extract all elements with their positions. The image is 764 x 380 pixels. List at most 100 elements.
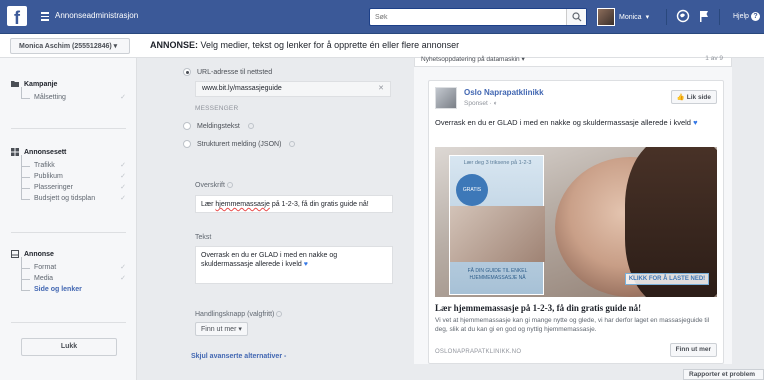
help-icon: ? bbox=[750, 12, 760, 21]
user-name: Monica bbox=[619, 13, 642, 21]
ad-preview-card: Oslo Naprapatklinikk Sponset · ◐ 👍 Lik s… bbox=[428, 80, 724, 364]
menu-icon[interactable] bbox=[41, 12, 49, 21]
divider bbox=[719, 9, 720, 25]
check-icon: ✓ bbox=[120, 184, 126, 191]
post-text-value: Overrask en du er GLAD i med en nakke og… bbox=[435, 118, 691, 127]
thumbs-up-icon: 👍 bbox=[676, 94, 685, 101]
check-icon: ✓ bbox=[120, 173, 126, 180]
message-text-option[interactable]: Meldingstekst bbox=[183, 122, 254, 130]
user-menu[interactable]: Monica ▾ bbox=[597, 8, 649, 26]
sidebar-section-title: Annonsesett bbox=[24, 148, 67, 156]
ad-headline[interactable]: Lær hjemmemassasje på 1-2-3, få din grat… bbox=[435, 303, 717, 313]
sidebar-item-label: Budsjett og tidsplan bbox=[34, 195, 96, 202]
help-label: Hjelp bbox=[733, 13, 749, 20]
app-title[interactable]: Annonseadministrasjon bbox=[55, 11, 138, 20]
page-name[interactable]: Oslo Naprapatklinikk bbox=[464, 88, 544, 97]
headline-input[interactable]: Lær hjemmemassasje på 1-2-3, få din grat… bbox=[195, 195, 393, 213]
check-icon: ✓ bbox=[120, 264, 126, 271]
url-option-label: URL-adresse til nettsted bbox=[197, 68, 273, 76]
search-box bbox=[369, 8, 587, 26]
check-icon: ✓ bbox=[120, 162, 126, 169]
sidebar-item-label: Publikum bbox=[34, 173, 63, 180]
sidebar-item-label: Plasseringer bbox=[34, 184, 73, 191]
placement-selector[interactable]: Nyhetsoppdatering på datamaskin ▾ bbox=[421, 55, 525, 63]
ad-icon bbox=[11, 250, 19, 258]
page-avatar bbox=[435, 87, 457, 109]
divider bbox=[666, 9, 667, 25]
preview-toolbar: Nyhetsoppdatering på datamaskin ▾ 1 av 9 bbox=[414, 55, 732, 67]
like-label: Lik side bbox=[686, 94, 711, 101]
message-text-label: Meldingstekst bbox=[197, 122, 240, 130]
hide-advanced-link[interactable]: Skjul avanserte alternativer - bbox=[191, 353, 286, 360]
grid-icon bbox=[11, 148, 19, 156]
sidebar-item-label: Målsetting bbox=[34, 94, 66, 101]
url-field[interactable]: www.bit.ly/massasjeguide ✕ bbox=[195, 81, 391, 97]
radio-selected[interactable] bbox=[183, 68, 191, 76]
flag-icon[interactable] bbox=[697, 9, 711, 23]
chevron-down-icon: ▾ bbox=[645, 14, 650, 21]
report-problem-button[interactable]: Rapporter et problem bbox=[683, 369, 764, 380]
text-label: Tekst bbox=[195, 234, 212, 241]
guide-cover-image: Lær deg 3 triksene på 1-2-3 GRATIS GUIDE… bbox=[449, 155, 545, 295]
url-option[interactable]: URL-adresse til nettsted bbox=[183, 68, 272, 76]
info-icon[interactable] bbox=[276, 311, 283, 317]
clear-icon[interactable]: ✕ bbox=[378, 84, 384, 92]
sidebar-item-page-and-links[interactable]: Side og lenker bbox=[11, 279, 126, 295]
search-button[interactable] bbox=[566, 9, 586, 25]
sidebar-section-campaign: Kampanje Målsetting ✓ bbox=[11, 80, 126, 103]
search-input[interactable] bbox=[370, 9, 560, 25]
account-selector[interactable]: Monica Aschim (255512846) ▾ bbox=[10, 38, 130, 54]
page-title-text: Velg medier, tekst og lenker for å oppre… bbox=[198, 40, 460, 50]
sidebar: Kampanje Målsetting ✓ Annonsesett Trafikk… bbox=[0, 58, 137, 380]
guide-cover-badge: GRATIS GUIDE bbox=[456, 174, 488, 225]
top-navigation-bar: f Annonseadministrasjon Monica ▾ Hjelp ? bbox=[0, 0, 764, 34]
sidebar-section-adset: Annonsesett Trafikk ✓ Publikum ✓ Plasserin… bbox=[11, 148, 126, 204]
guide-cover-caption: FÅ DIN GUIDE TIL ENKEL HJEMMEMASSASJE NÅ bbox=[467, 268, 528, 281]
url-value: www.bit.ly/massasjeguide bbox=[202, 85, 282, 92]
divider bbox=[11, 232, 126, 233]
like-page-button[interactable]: 👍 Lik side bbox=[670, 90, 717, 104]
check-icon: ✓ bbox=[120, 195, 126, 202]
heart-icon: ♥ bbox=[303, 261, 308, 268]
post-text: Overrask en du er GLAD i med en nakke og… bbox=[435, 118, 719, 128]
structured-message-option[interactable]: Strukturert melding (JSON) bbox=[183, 140, 296, 148]
folder-icon bbox=[11, 81, 19, 87]
sidebar-item-objective[interactable]: Målsetting ✓ bbox=[11, 87, 126, 103]
radio[interactable] bbox=[183, 140, 191, 148]
heart-icon: ♥ bbox=[693, 118, 698, 127]
ad-image[interactable]: Lær deg 3 triksene på 1-2-3 GRATIS GUIDE… bbox=[435, 147, 717, 297]
close-button[interactable]: Lukk bbox=[21, 338, 117, 356]
text-value: Overrask en du er GLAD i med en nakke og… bbox=[201, 252, 338, 268]
messenger-label: MESSENGER bbox=[195, 105, 239, 112]
check-icon: ✓ bbox=[120, 275, 126, 282]
avatar bbox=[597, 8, 615, 26]
cta-label-text: Handlingsknapp (valgfritt) bbox=[195, 311, 275, 318]
page-title: ANNONSE: Velg medier, tekst og lenker fo… bbox=[150, 40, 459, 50]
preview-pager[interactable]: 1 av 9 bbox=[705, 55, 723, 62]
headline-prefix: Lær bbox=[201, 201, 216, 208]
headline-suffix: på 1-2-3, få din gratis guide nå! bbox=[269, 201, 369, 208]
help-button[interactable]: Hjelp ? bbox=[733, 12, 760, 21]
cta-dropdown[interactable]: Finn ut mer ▾ bbox=[195, 322, 248, 336]
headline-label-text: Overskrift bbox=[195, 182, 225, 189]
ad-preview-panel: Nyhetsoppdatering på datamaskin ▾ 1 av 9… bbox=[414, 55, 732, 364]
divider bbox=[11, 128, 126, 129]
sponsored-label: Sponset · ◐ bbox=[464, 100, 498, 107]
divider bbox=[11, 322, 126, 323]
sidebar-item-budget[interactable]: Budsjett og tidsplan ✓ bbox=[11, 188, 126, 204]
info-icon[interactable] bbox=[247, 123, 254, 129]
page-title-bold: ANNONSE: bbox=[150, 40, 199, 50]
ad-form: URL-adresse til nettsted www.bit.ly/mass… bbox=[183, 58, 405, 380]
info-icon[interactable] bbox=[226, 182, 233, 188]
text-input[interactable]: Overrask en du er GLAD i med en nakke og… bbox=[195, 246, 393, 284]
sidebar-item-label: Side og lenker bbox=[34, 286, 82, 293]
facebook-logo[interactable]: f bbox=[7, 6, 27, 26]
find-out-more-button[interactable]: Finn ut mer bbox=[669, 343, 717, 357]
globe-icon[interactable] bbox=[676, 9, 690, 23]
radio[interactable] bbox=[183, 122, 191, 130]
check-icon: ✓ bbox=[120, 94, 126, 101]
sidebar-item-label: Media bbox=[34, 275, 54, 282]
page-header: Monica Aschim (255512846) ▾ ANNONSE: Vel… bbox=[0, 34, 764, 58]
info-icon[interactable] bbox=[289, 141, 296, 147]
image-cta-badge: KLIKK FOR Å LASTE NED! bbox=[625, 273, 709, 285]
